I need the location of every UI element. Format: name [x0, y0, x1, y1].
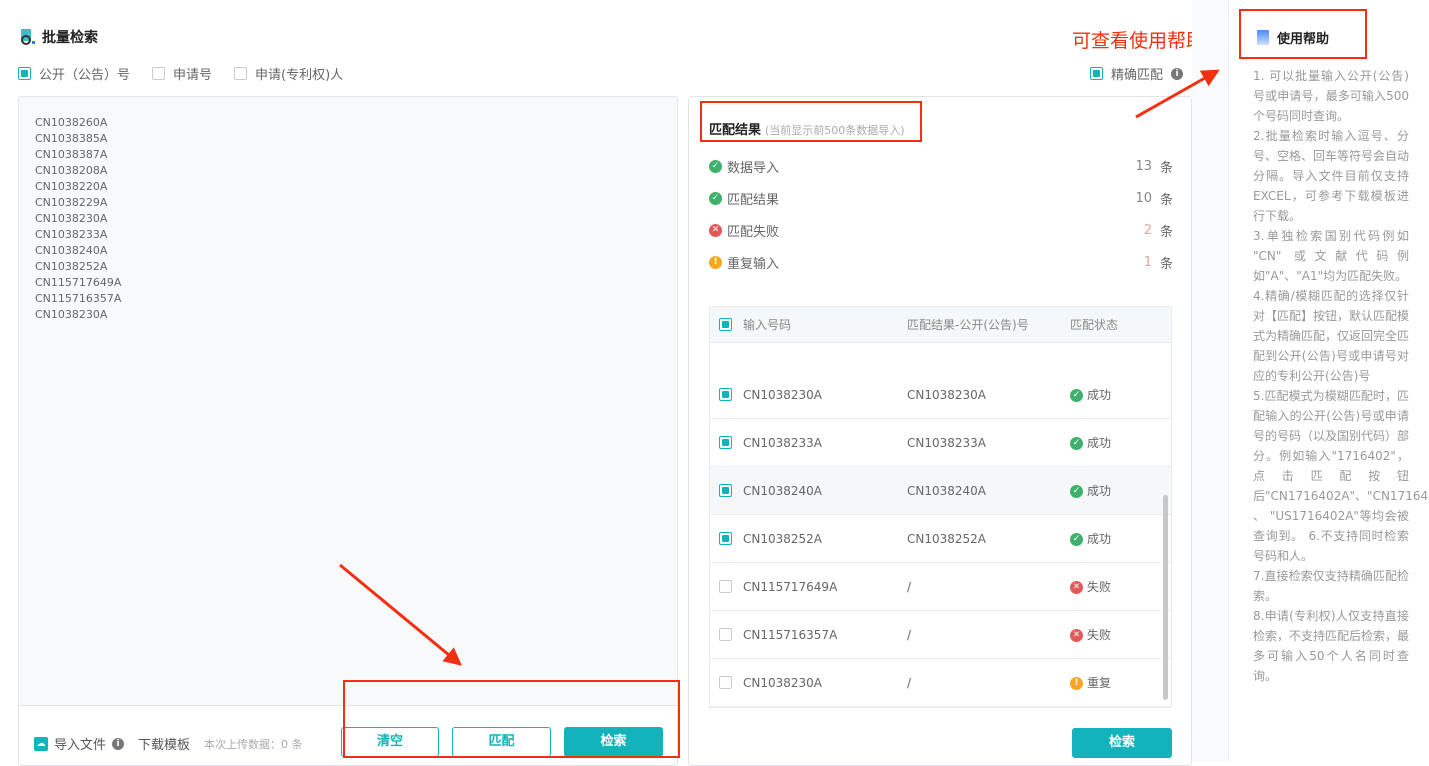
- column-header: 输入号码: [743, 318, 792, 332]
- annotation-arrows: [339, 69, 1220, 666]
- arrow-to-buttons: [339, 563, 462, 666]
- column-header: 匹配结果-公开(公告)号: [907, 318, 1029, 332]
- arrow-to-help: [1135, 69, 1220, 119]
- table-header: 输入号码 匹配结果-公开(公告)号 匹配状态: [710, 307, 1171, 343]
- column-header: 匹配状态: [1070, 318, 1119, 332]
- select-all-checkbox[interactable]: [719, 318, 732, 331]
